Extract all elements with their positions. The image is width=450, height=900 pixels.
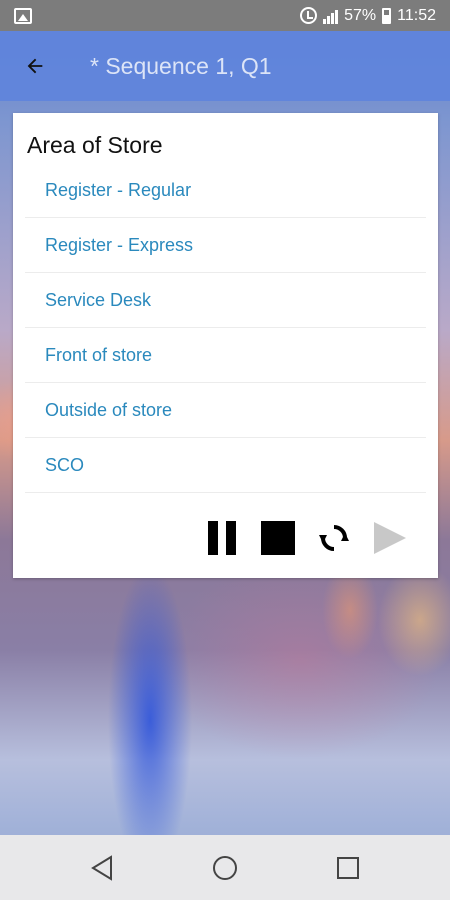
signal-icon xyxy=(323,8,339,24)
arrow-left-icon xyxy=(27,58,43,74)
question-title: Area of Store xyxy=(27,132,163,158)
back-button[interactable] xyxy=(0,31,70,101)
option-register-express[interactable]: Register - Express xyxy=(25,218,426,273)
nav-home-button[interactable] xyxy=(195,843,255,893)
refresh-icon xyxy=(319,525,349,551)
stop-button[interactable] xyxy=(260,520,296,556)
system-nav-bar xyxy=(0,835,450,900)
clock: 11:52 xyxy=(397,6,436,24)
option-register-regular[interactable]: Register - Regular xyxy=(25,163,426,218)
option-sco[interactable]: SCO xyxy=(25,438,426,493)
recents-square-icon xyxy=(337,856,360,879)
app-bar: * Sequence 1, Q1 xyxy=(0,31,450,101)
option-front-of-store[interactable]: Front of store xyxy=(25,328,426,383)
play-button[interactable] xyxy=(372,520,408,556)
refresh-button[interactable] xyxy=(316,520,352,556)
pause-button[interactable] xyxy=(204,520,240,556)
option-service-desk[interactable]: Service Desk xyxy=(25,273,426,328)
option-outside-of-store[interactable]: Outside of store xyxy=(25,383,426,438)
nav-back-button[interactable] xyxy=(72,843,132,893)
nav-recents-button[interactable] xyxy=(318,843,378,893)
stop-icon xyxy=(261,521,295,555)
back-triangle-icon xyxy=(90,854,112,881)
play-icon xyxy=(374,522,406,554)
options-list: Register - Regular Register - Express Se… xyxy=(25,163,426,493)
gallery-icon xyxy=(14,7,32,24)
home-circle-icon xyxy=(212,855,237,880)
status-bar: 57% 11:52 xyxy=(0,0,450,31)
playback-controls xyxy=(204,518,408,558)
battery-icon xyxy=(382,7,392,24)
pause-icon xyxy=(208,521,236,555)
battery-percent: 57% xyxy=(344,6,377,24)
question-card: Area of Store Register - Regular Registe… xyxy=(13,113,438,578)
alarm-icon xyxy=(300,7,318,24)
page-title: * Sequence 1, Q1 xyxy=(90,52,272,79)
